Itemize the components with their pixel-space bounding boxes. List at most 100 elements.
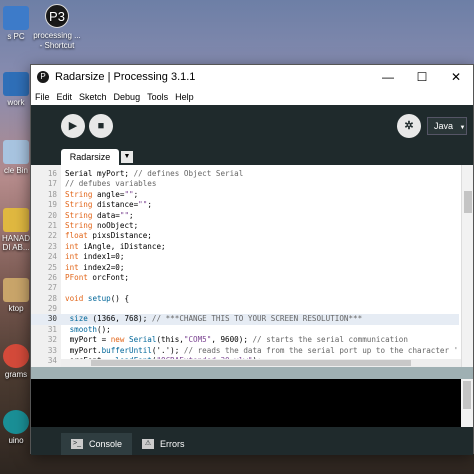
code-text: String angle=""; [65,189,139,199]
desktop-icon-programs[interactable]: grams [0,344,32,379]
tab-errors-label: Errors [160,439,185,449]
maximize-button[interactable]: ☐ [405,65,439,89]
line-number: 27 [47,283,57,293]
code-text: float pixsDistance; [65,231,152,241]
desktop-icon-network[interactable]: work [0,72,32,107]
tab-errors[interactable]: ⚠ Errors [132,433,195,455]
console-area[interactable] [31,379,473,427]
chevron-down-icon: ▼ [123,153,131,160]
code-text: void setup() { [65,293,130,303]
toolbar: ▶ ■ ✲ Java ▼ [31,105,473,147]
programs-icon [3,344,29,368]
mode-selector[interactable]: Java ▼ [427,117,467,135]
line-number: 29 [47,304,57,314]
desktop-icon-label: uino [8,436,24,445]
line-number: 31 [47,324,57,334]
code-line[interactable]: 30 size (1366, 768); // ***CHANGE THIS T… [31,314,459,325]
tab-console-label: Console [89,439,123,449]
minimize-button[interactable]: — [371,65,405,89]
code-line[interactable]: 26 PFont orcFont; [31,273,459,283]
code-text: smooth(); [69,324,111,334]
code-line[interactable]: 28 void setup() { [31,294,459,304]
processing-app-icon: P [37,71,49,83]
code-line[interactable]: 25 int index2=0; [31,263,459,273]
stop-icon: ■ [97,120,105,132]
recycle-bin-icon [3,140,29,164]
line-number: 19 [47,200,57,210]
code-line[interactable]: 32 myPort = new Serial(this,"COM5", 9600… [31,335,459,345]
code-text: int iAngle, iDistance; [65,241,166,251]
desktop-icon-label: cle Bin [3,166,28,175]
user-folder-icon [3,208,29,232]
code-line[interactable]: 24 int index1=0; [31,252,459,262]
scrollbar-thumb[interactable] [464,191,472,213]
desktop-icon-desktop[interactable]: ktop [0,278,32,313]
desktop-icon-label: HANAD DI AB... [1,234,30,252]
line-number: 23 [47,241,57,251]
code-line[interactable]: 31 smooth(); [31,325,459,335]
editor-console-divider[interactable] [31,367,473,379]
console-scrollbar[interactable] [461,379,473,427]
editor-horizontal-scrollbar[interactable] [61,359,461,367]
tab-strip: Radarsize ▼ [31,147,473,165]
line-number: 18 [47,189,57,199]
code-line[interactable]: 17 // defubes variables [31,179,459,189]
code-lines: 16 Serial myPort; // defines Object Seria… [31,169,459,366]
desktop-icon-this-pc[interactable]: s PC [0,6,32,41]
bug-icon: ✲ [404,120,414,132]
code-text: // defubes variables [65,179,157,189]
code-line[interactable]: 20 String data=""; [31,211,459,221]
menu-sketch[interactable]: Sketch [79,92,107,102]
desktop-icon-recycle-bin[interactable]: cle Bin [0,140,32,175]
menu-debug[interactable]: Debug [114,92,141,102]
line-number: 22 [47,231,57,241]
desktop-icon-arduino[interactable]: uino [0,410,32,445]
code-text: int index1=0; [65,252,125,262]
code-line[interactable]: 16 Serial myPort; // defines Object Seria… [31,169,459,179]
code-text: PFont orcFont; [65,272,130,282]
code-editor[interactable]: 16 Serial myPort; // defines Object Seria… [31,165,473,367]
code-text: Serial myPort; // defines Object Serial [65,169,244,178]
desktop-icon-user[interactable]: HANAD DI AB... [0,208,32,252]
editor-vertical-scrollbar[interactable] [461,165,473,367]
menu-help[interactable]: Help [175,92,194,102]
desktop-icon-label: work [7,98,25,107]
stop-button[interactable]: ■ [89,114,113,138]
network-icon [3,72,29,96]
scrollbar-thumb[interactable] [463,381,471,409]
code-line[interactable]: 19 String distance=""; [31,200,459,210]
close-button[interactable]: ✕ [439,65,473,89]
mode-label: Java [434,121,454,131]
menu-file[interactable]: File [35,92,50,102]
chevron-down-icon: ▼ [459,125,466,131]
shortcut-label: processing ... - Shortcut [33,31,81,50]
code-line[interactable]: 27 [31,283,459,293]
tab-console[interactable]: >_ Console [61,433,133,455]
title-bar[interactable]: P Radarsize | Processing 3.1.1 — ☐ ✕ [31,65,473,89]
tab-radarsize[interactable]: Radarsize [61,149,119,165]
menu-edit[interactable]: Edit [57,92,73,102]
code-text: int index2=0; [65,262,125,272]
bottom-tab-bar: >_ Console ⚠ Errors [31,427,473,455]
code-line[interactable]: 21 String noObject; [31,221,459,231]
desktop-icon-processing-shortcut[interactable]: P3 processing ... - Shortcut [30,4,84,51]
desktop-icon-label: ktop [8,304,24,313]
code-line[interactable]: 18 String angle=""; [31,190,459,200]
code-text: String distance=""; [65,200,152,210]
line-number: 33 [47,345,57,355]
debugger-button[interactable]: ✲ [397,114,421,138]
code-line[interactable]: 29 [31,304,459,314]
line-number: 32 [47,335,57,345]
run-button[interactable]: ▶ [61,114,85,138]
code-text: size (1366, 768); // ***CHANGE THIS TO Y… [69,314,363,324]
tab-menu-button[interactable]: ▼ [121,151,133,163]
menu-tools[interactable]: Tools [147,92,168,102]
scrollbar-thumb[interactable] [91,360,411,366]
code-text: myPort.bufferUntil('.'); // reads the da… [65,345,459,355]
code-line[interactable]: 23 int iAngle, iDistance; [31,242,459,252]
code-line[interactable]: 33 myPort.bufferUntil('.'); // reads the… [31,346,459,356]
menu-bar: File Edit Sketch Debug Tools Help [31,89,473,105]
line-number: 30 [47,314,57,324]
desktop-icon-label: s PC [7,32,25,41]
code-line[interactable]: 22 float pixsDistance; [31,231,459,241]
